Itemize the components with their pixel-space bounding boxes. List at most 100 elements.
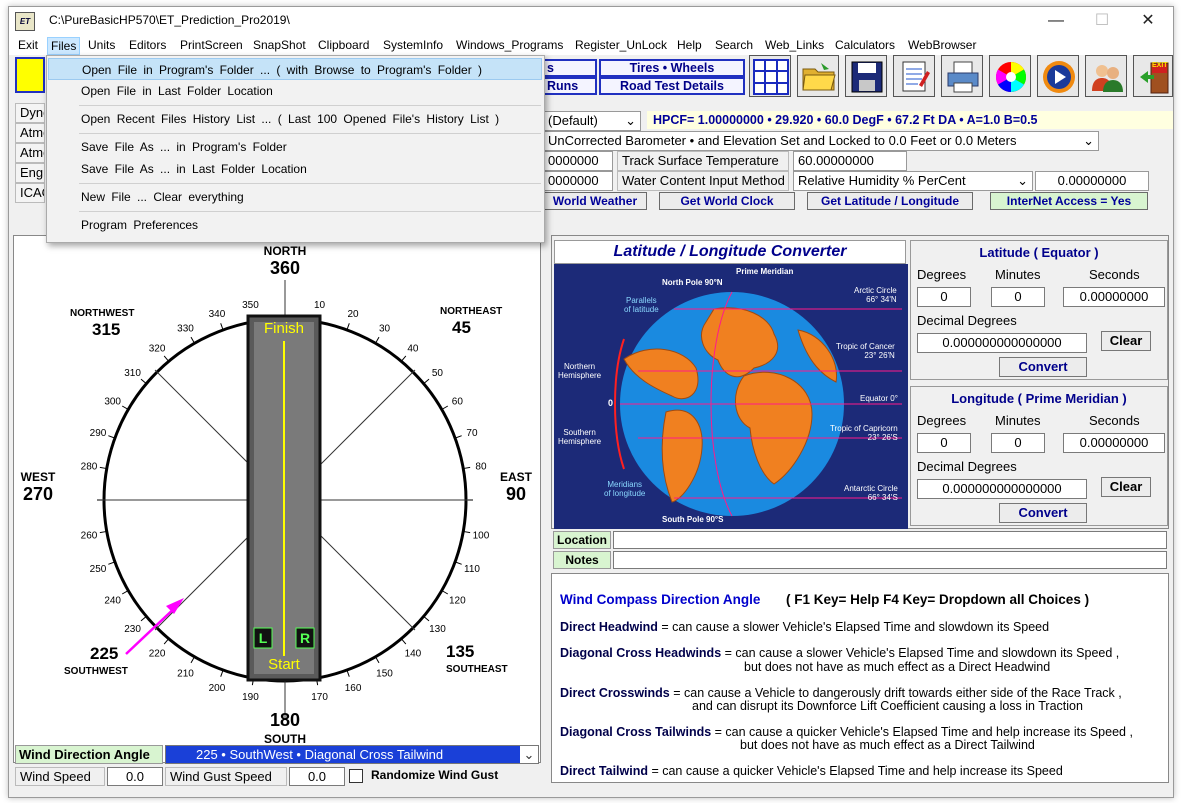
- converter-title: Latitude / Longitude Converter: [554, 240, 906, 264]
- menu-clipboard[interactable]: Clipboard: [315, 37, 372, 53]
- globe-meridians-label: Meridians of longitude: [604, 480, 646, 498]
- wind-direction-select[interactable]: 225 • SouthWest • Diagonal Cross Tailwin…: [165, 745, 539, 764]
- compass-west-degree: 270: [22, 484, 54, 504]
- lon-minutes-label: Minutes: [995, 413, 1041, 428]
- globe-cancer-label: Tropic of Cancer 23° 26'N: [836, 342, 895, 360]
- compass-degree-label: 30: [379, 324, 391, 335]
- menu-search[interactable]: Search: [712, 37, 756, 53]
- compass-degree-label: 220: [149, 648, 166, 659]
- menu-save-in-program-folder[interactable]: Save File As ... in Program's Folder: [48, 136, 542, 158]
- open-folder-icon[interactable]: [797, 55, 839, 97]
- exit-door-icon[interactable]: EXIT: [1133, 55, 1173, 97]
- menu-calculators[interactable]: Calculators: [832, 37, 898, 53]
- default-select[interactable]: (Default) ⌄: [543, 111, 641, 131]
- notepad-icon[interactable]: [893, 55, 935, 97]
- globe-capricorn-label: Tropic of Capricorn 23° 26'S: [830, 424, 898, 442]
- lon-clear-button[interactable]: Clear: [1101, 477, 1151, 497]
- menu-save-in-last-folder[interactable]: Save File As ... in Last Folder Location: [48, 158, 542, 180]
- compass-tick: [441, 590, 449, 595]
- barometer-select[interactable]: UnCorrected Barometer • and Elevation Se…: [543, 131, 1099, 151]
- compass-south-label: SOUTH: [264, 732, 306, 746]
- wind-gust-input[interactable]: 0.0: [289, 767, 345, 786]
- compass-degree-label: 340: [209, 309, 226, 320]
- chevron-down-icon: ⌄: [625, 113, 636, 128]
- chevron-down-icon: ⌄: [520, 746, 538, 763]
- value-field-1[interactable]: 0000000: [543, 151, 613, 171]
- lat-decimal-input[interactable]: 0.000000000000000: [917, 333, 1087, 353]
- compass-degree-label: 50: [432, 368, 444, 379]
- lon-decimal-input[interactable]: 0.000000000000000: [917, 479, 1087, 499]
- lat-minutes-input[interactable]: 0: [991, 287, 1045, 307]
- yellow-status-button[interactable]: [15, 57, 45, 93]
- menu-help[interactable]: Help: [674, 37, 705, 53]
- lat-degrees-input[interactable]: 0: [917, 287, 971, 307]
- compass-south-degree: 180: [269, 710, 301, 730]
- menu-open-recent-history[interactable]: Open Recent Files History List ... ( Las…: [48, 108, 542, 130]
- grid-icon[interactable]: [749, 55, 791, 97]
- menu-open-last-folder[interactable]: Open File in Last Folder Location: [48, 80, 542, 102]
- lon-seconds-input[interactable]: 0.00000000: [1063, 433, 1165, 453]
- lat-convert-button[interactable]: Convert: [999, 357, 1087, 377]
- lon-degrees-input[interactable]: 0: [917, 433, 971, 453]
- location-input[interactable]: [613, 531, 1167, 549]
- menu-windows-programs[interactable]: Windows_Programs: [453, 37, 566, 53]
- maximize-icon[interactable]: ☐: [1079, 7, 1125, 35]
- media-player-icon[interactable]: [1037, 55, 1079, 97]
- compass-north-label: NORTH: [263, 244, 307, 258]
- menu-web-links[interactable]: Web_Links: [762, 37, 827, 53]
- chevron-down-icon: ⌄: [1083, 133, 1094, 148]
- printer-icon[interactable]: [941, 55, 983, 97]
- help-line-1-term: Direct Headwind: [560, 620, 658, 634]
- toolbar-s-button[interactable]: s: [541, 59, 597, 77]
- randomize-gust-checkbox[interactable]: [349, 769, 363, 783]
- users-icon[interactable]: [1085, 55, 1127, 97]
- road-test-details-button[interactable]: Road Test Details: [599, 77, 745, 95]
- wind-speed-input[interactable]: 0.0: [107, 767, 163, 786]
- menu-webbrowser[interactable]: WebBrowser: [905, 37, 979, 53]
- lon-seconds-label: Seconds: [1089, 413, 1140, 428]
- help-line-7-text: but does not have as much effect as a Di…: [740, 738, 1035, 752]
- menu-units[interactable]: Units: [85, 37, 118, 53]
- lat-clear-button[interactable]: Clear: [1101, 331, 1151, 351]
- compass-tick: [441, 405, 449, 410]
- menu-files[interactable]: Files: [47, 37, 81, 55]
- lon-convert-button[interactable]: Convert: [999, 503, 1087, 523]
- menu-separator: [79, 211, 541, 212]
- lon-minutes-input[interactable]: 0: [991, 433, 1045, 453]
- latitude-longitude-button[interactable]: Get Latitude / Longitude: [807, 192, 973, 210]
- menu-register-unlock[interactable]: Register_UnLock: [572, 37, 670, 53]
- menu-exit[interactable]: Exit: [15, 37, 41, 53]
- close-icon[interactable]: ✕: [1125, 7, 1171, 35]
- compass-degree-label: 240: [104, 596, 121, 607]
- compass-degree-label: 250: [90, 564, 107, 575]
- help-line-1: Direct Headwind = can cause a slower Veh…: [560, 620, 1049, 634]
- humidity-value[interactable]: 0.00000000: [1035, 171, 1149, 191]
- latlon-converter-panel: Latitude / Longitude Converter North Pol…: [551, 235, 1169, 529]
- track-temp-value[interactable]: 60.00000000: [793, 151, 907, 171]
- world-clock-button[interactable]: Get World Clock: [659, 192, 795, 210]
- humidity-select[interactable]: Relative Humidity % PerCent ⌄: [793, 171, 1033, 191]
- save-disk-icon[interactable]: [845, 55, 887, 97]
- longitude-block: Longitude ( Prime Meridian ) Degrees Min…: [910, 386, 1168, 526]
- compass-tick: [140, 615, 147, 622]
- tires-wheels-button[interactable]: Tires • Wheels: [599, 59, 745, 77]
- minimize-icon[interactable]: —: [1033, 7, 1079, 35]
- menu-printscreen[interactable]: PrintScreen: [177, 37, 246, 53]
- world-weather-button[interactable]: World Weather: [543, 192, 647, 210]
- toolbar-runs-button[interactable]: Runs: [541, 77, 597, 95]
- compass-degree-label: 10: [314, 300, 326, 311]
- menu-snapshot[interactable]: SnapShot: [250, 37, 309, 53]
- menu-editors[interactable]: Editors: [126, 37, 169, 53]
- menu-systeminfo[interactable]: SystemInfo: [380, 37, 446, 53]
- menu-open-in-program-folder[interactable]: Open File in Program's Folder ... ( with…: [48, 58, 542, 80]
- compass-degree-label: 200: [209, 683, 226, 694]
- value-field-2[interactable]: 0000000: [543, 171, 613, 191]
- app-window: ET C:\PureBasicHP570\ET_Prediction_Pro20…: [8, 6, 1174, 798]
- lat-seconds-input[interactable]: 0.00000000: [1063, 287, 1165, 307]
- default-select-value: (Default): [548, 113, 598, 128]
- menu-program-preferences[interactable]: Program Preferences: [48, 214, 542, 236]
- compass-northeast-label: NORTHEAST: [440, 306, 503, 317]
- notes-input[interactable]: [613, 551, 1167, 569]
- color-wheel-icon[interactable]: [989, 55, 1031, 97]
- menu-new-file[interactable]: New File ... Clear everything: [48, 186, 542, 208]
